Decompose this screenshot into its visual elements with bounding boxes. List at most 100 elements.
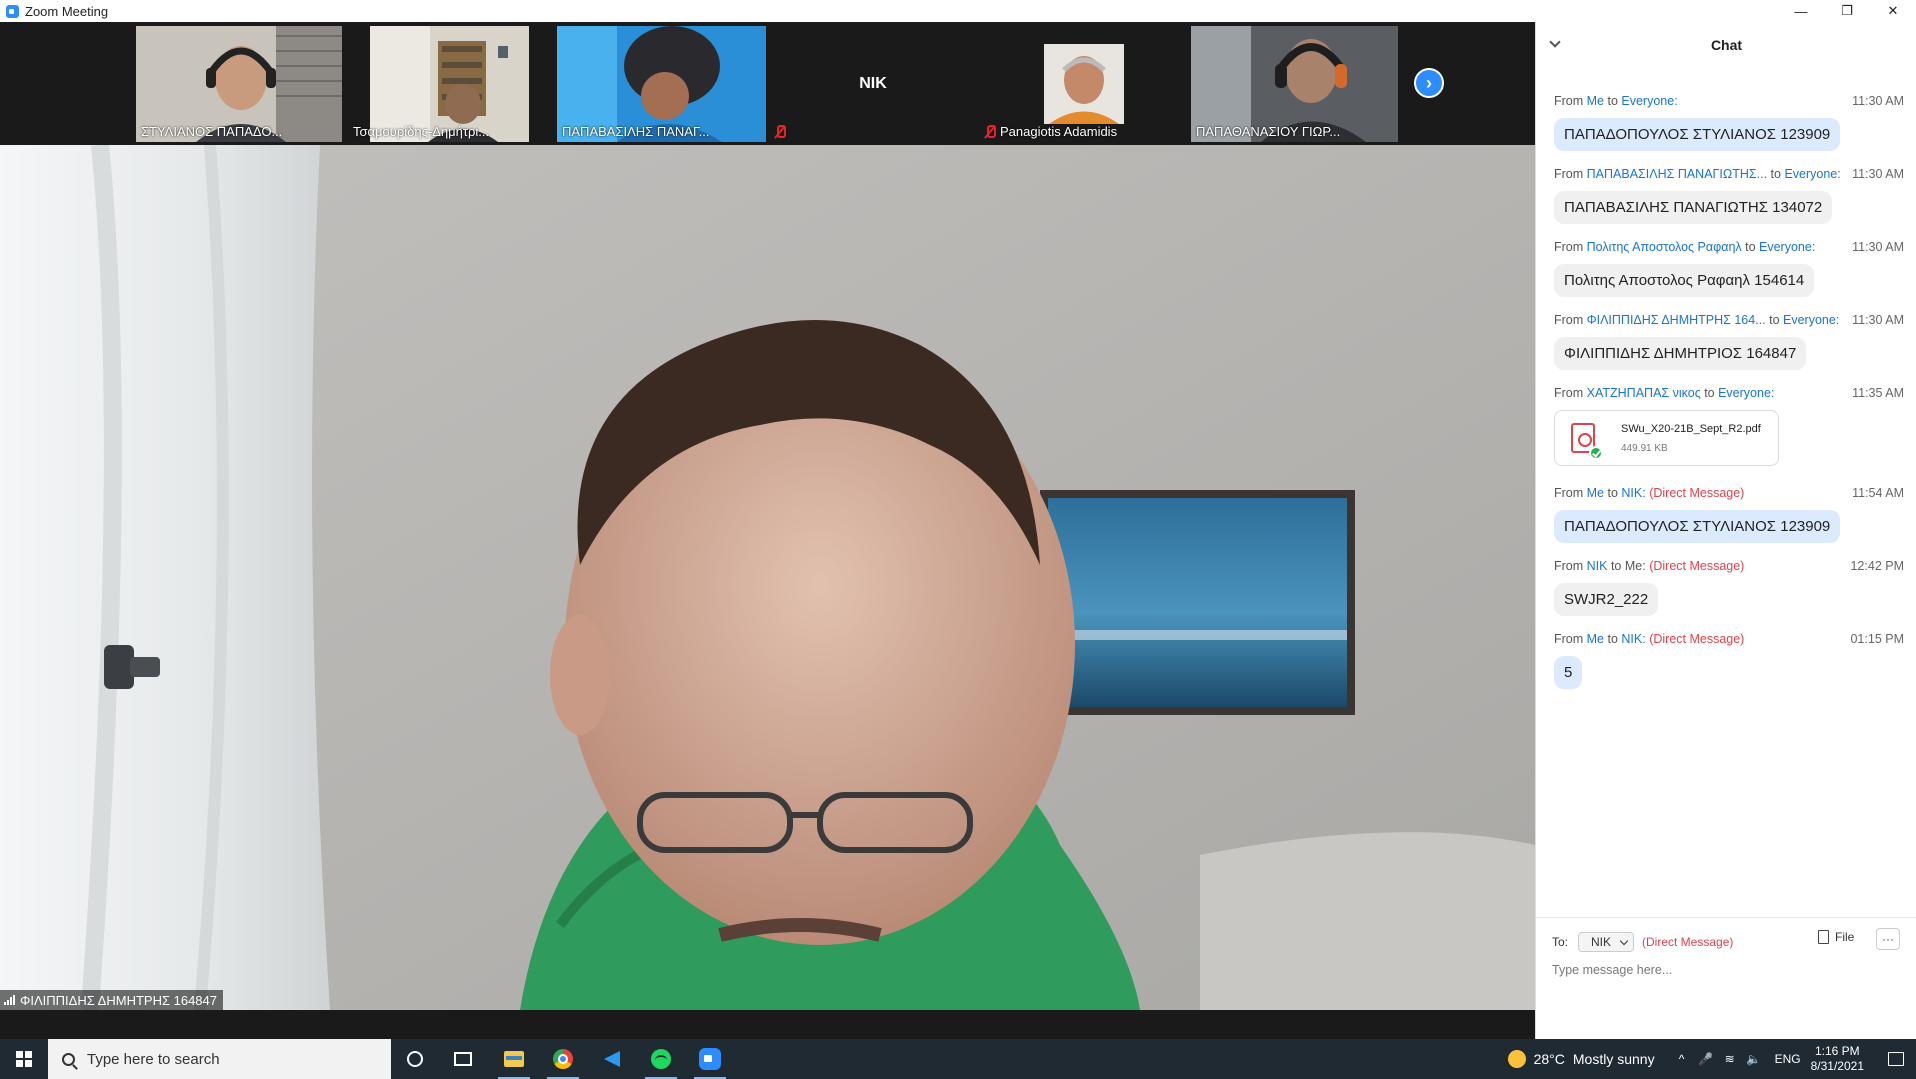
recipient-value: NIK — [1591, 935, 1612, 949]
zoom-icon — [699, 1048, 721, 1070]
message-sender[interactable]: ΧΑΤΖΗΠΑΠΑΣ νικος — [1587, 386, 1701, 400]
vscode-button[interactable] — [588, 1039, 636, 1079]
microphone-icon[interactable]: 🎤 — [1695, 1052, 1717, 1066]
participant-name: Τσαμουρίδης-Δημήτρι... — [353, 124, 490, 139]
recipient-select[interactable]: NIK — [1578, 932, 1635, 952]
participant-tile[interactable]: ΠΑΠΑΒΑΣΙΛΗΣ ΠΑΝΑΓ... — [557, 26, 766, 142]
participant-tile[interactable]: ΠΑΠΑΘΑΝΑΣΙΟΥ ΓΙΩΡ... — [1191, 26, 1398, 142]
download-complete-icon — [1589, 446, 1603, 460]
message-meta: From NIK to Me: (Direct Message) 12:42 P… — [1554, 559, 1904, 576]
message-sender[interactable]: Me — [1587, 94, 1604, 108]
message-input[interactable] — [1552, 960, 1892, 980]
participant-name: Panagiotis Adamidis — [1000, 124, 1118, 139]
message-recipient[interactable]: NIK: — [1621, 486, 1645, 500]
message-meta: From Me to Everyone: 11:30 AM — [1554, 94, 1904, 111]
message-time: 11:30 AM — [1852, 313, 1904, 327]
participant-tile[interactable]: Τσαμουρίδης-Δημήτρι... — [348, 26, 529, 142]
chat-message: From Πολιτης Αποστολος Ραφαηλ to Everyon… — [1554, 240, 1904, 297]
chat-message: From ΠΑΠΑΒΑΣΙΛΗΣ ΠΑΝΑΓΙΩΤΗΣ... to Everyo… — [1554, 167, 1904, 224]
message-bubble[interactable]: ΠΑΠΑΒΑΣΙΛΗΣ ΠΑΝΑΓΙΩΤΗΣ 134072 — [1554, 191, 1833, 224]
message-time: 11:54 AM — [1852, 486, 1904, 500]
chat-messages: From Me to Everyone: 11:30 AM ΠΑΠΑΔΟΠΟΥΛ… — [1536, 68, 1916, 938]
message-time: 11:30 AM — [1852, 167, 1904, 181]
message-recipient[interactable]: NIK: — [1621, 632, 1645, 646]
taskbar-search[interactable]: Type here to search — [48, 1039, 391, 1079]
message-bubble[interactable]: ΠΑΠΑΔΟΠΟΥΛΟΣ ΣΤΥΛΙΑΝΟΣ 123909 — [1554, 118, 1841, 151]
message-recipient[interactable]: Everyone: — [1718, 386, 1774, 400]
speaker-video-frame — [0, 145, 1535, 1010]
message-sender[interactable]: ΠΑΠΑΒΑΣΙΛΗΣ ΠΑΝΑΓΙΩΤΗΣ... — [1587, 167, 1767, 181]
message-meta: From ΠΑΠΑΒΑΣΙΛΗΣ ΠΑΝΑΓΙΩΤΗΣ... to Everyo… — [1554, 167, 1904, 184]
message-recipient[interactable]: Everyone: — [1621, 94, 1677, 108]
message-time: 11:30 AM — [1852, 240, 1904, 254]
next-page-button[interactable]: › — [1414, 68, 1444, 98]
participant-display-name: NIK — [859, 75, 887, 92]
message-sender[interactable]: ΦΙΛΙΠΠΙΔΗΣ ΔΗΜΗΤΡΗΣ 164... — [1587, 313, 1766, 327]
participant-tile[interactable]: ΣΤΥΛΙΑΝΟΣ ΠΑΠΑΔΟ... — [136, 26, 342, 142]
cortana-button[interactable] — [391, 1039, 439, 1079]
file-explorer-button[interactable] — [490, 1039, 538, 1079]
speaker-name: ΦΙΛΙΠΠΙΔΗΣ ΔΗΜΗΤΡΗΣ 164847 — [20, 992, 217, 1008]
folder-icon — [504, 1051, 524, 1067]
task-view-button[interactable] — [439, 1039, 487, 1079]
restore-button[interactable]: ❐ — [1824, 0, 1870, 22]
file-attachment[interactable]: SWu_X20-21B_Sept_R2.pdf 449.91 KB — [1554, 410, 1779, 466]
message-time: 01:15 PM — [1850, 632, 1904, 646]
window-title: Zoom Meeting — [25, 3, 109, 19]
participant-tile[interactable]: Panagiotis Adamidis — [980, 26, 1186, 142]
spotify-icon — [651, 1049, 671, 1069]
wifi-icon[interactable]: ≋ — [1719, 1052, 1741, 1066]
chat-message: From ΧΑΤΖΗΠΑΠΑΣ νικος to Everyone: 11:35… — [1554, 386, 1904, 466]
chat-composer: To: NIK (Direct Message) File ··· — [1536, 917, 1916, 1039]
windows-taskbar: Type here to search 28°C Mostly sunny ^ … — [0, 1039, 1916, 1079]
message-recipient: Me: — [1624, 559, 1646, 573]
task-view-icon — [454, 1052, 472, 1066]
chat-message: From Me to NIK: (Direct Message) 01:15 P… — [1554, 632, 1904, 689]
chat-message: From Me to NIK: (Direct Message) 11:54 A… — [1554, 486, 1904, 543]
chrome-icon — [553, 1049, 573, 1069]
spotify-button[interactable] — [637, 1039, 685, 1079]
message-sender[interactable]: Me — [1587, 486, 1604, 500]
participant-tile[interactable]: NIK — [770, 26, 976, 142]
input-language[interactable]: ENG — [1775, 1052, 1801, 1066]
message-bubble[interactable]: SWJR2_222 — [1554, 583, 1659, 616]
start-button[interactable] — [0, 1039, 48, 1079]
weather-temp: 28°C — [1533, 1051, 1565, 1067]
participant-name: ΣΤΥΛΙΑΝΟΣ ΠΑΠΑΔΟ... — [141, 124, 283, 139]
more-options-button[interactable]: ··· — [1876, 928, 1900, 950]
show-hidden-icons-chevron-icon[interactable]: ^ — [1671, 1052, 1693, 1066]
message-bubble[interactable]: ΠΑΠΑΔΟΠΟΥΛΟΣ ΣΤΥΛΙΑΝΟΣ 123909 — [1554, 510, 1841, 543]
message-bubble[interactable]: Πολιτης Αποστολος Ραφαηλ 154614 — [1554, 264, 1815, 297]
collapse-chevron-icon[interactable] — [1549, 36, 1561, 48]
clock[interactable]: 1:16 PM 8/31/2021 — [1811, 1044, 1864, 1074]
main-speaker-video: ΦΙΛΙΠΠΙΔΗΣ ΔΗΜΗΤΡΗΣ 164847 — [0, 145, 1535, 1010]
message-bubble[interactable]: 5 — [1554, 656, 1583, 689]
chrome-button[interactable] — [539, 1039, 587, 1079]
search-placeholder: Type here to search — [87, 1050, 220, 1068]
notifications-button[interactable] — [1876, 1039, 1916, 1079]
message-sender[interactable]: Me — [1587, 632, 1604, 646]
minimize-button[interactable]: — — [1778, 0, 1824, 22]
message-bubble[interactable]: ΦΙΛΙΠΠΙΔΗΣ ΔΗΜΗΤΡΙΟΣ 164847 — [1554, 337, 1807, 370]
close-button[interactable]: ✕ — [1870, 0, 1916, 22]
volume-icon[interactable]: 🔈 — [1743, 1052, 1765, 1066]
zoom-taskbar-button[interactable] — [686, 1039, 734, 1079]
message-sender[interactable]: Πολιτης Αποστολος Ραφαηλ — [1587, 240, 1742, 254]
chat-panel: Chat From Me to Everyone: 11:30 AM ΠΑΠΑΔ… — [1535, 22, 1916, 1039]
message-time: 11:30 AM — [1852, 94, 1904, 108]
mic-muted-icon — [984, 125, 996, 139]
message-meta: From Me to NIK: (Direct Message) 11:54 A… — [1554, 486, 1904, 503]
chevron-right-icon: › — [1426, 72, 1432, 93]
message-recipient[interactable]: Everyone: — [1759, 240, 1815, 254]
message-meta: From ΦΙΛΙΠΠΙΔΗΣ ΔΗΜΗΤΡΗΣ 164... to Every… — [1554, 313, 1904, 330]
message-recipient[interactable]: Everyone: — [1783, 313, 1839, 327]
search-icon — [62, 1052, 75, 1066]
notification-icon — [1888, 1052, 1904, 1066]
message-time: 11:35 AM — [1852, 386, 1904, 400]
message-recipient[interactable]: Everyone: — [1784, 167, 1840, 181]
chevron-down-icon — [1619, 936, 1629, 945]
file-button[interactable]: File — [1818, 930, 1854, 944]
message-sender[interactable]: NIK — [1587, 559, 1608, 573]
weather-widget[interactable]: 28°C Mostly sunny — [1507, 1050, 1655, 1068]
chat-title: Chat — [1710, 37, 1743, 53]
